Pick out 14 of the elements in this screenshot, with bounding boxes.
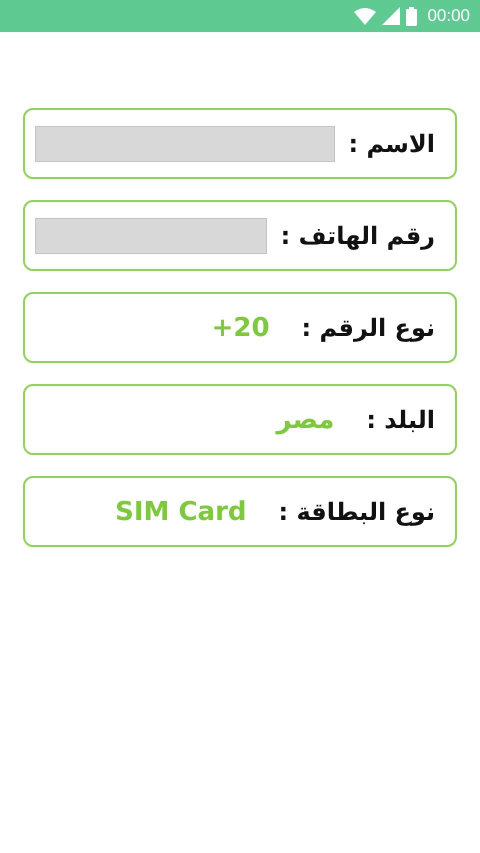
- wifi-icon: [354, 8, 376, 24]
- field-label: الاسم :: [348, 130, 435, 158]
- field-value: +20: [212, 312, 270, 342]
- field-label: نوع الرقم :: [302, 314, 435, 342]
- field-label: البلد :: [366, 406, 435, 434]
- status-time: 00:00: [427, 6, 470, 26]
- input-field[interactable]: [35, 218, 267, 254]
- field-label: نوع البطاقة :: [278, 498, 435, 526]
- input-field[interactable]: [35, 126, 335, 162]
- signal-icon: [382, 7, 400, 25]
- battery-icon: [406, 6, 418, 26]
- field-value: مصر: [276, 404, 334, 434]
- field-value: SIM Card: [115, 496, 247, 526]
- field-label: رقم الهاتف :: [280, 222, 435, 250]
